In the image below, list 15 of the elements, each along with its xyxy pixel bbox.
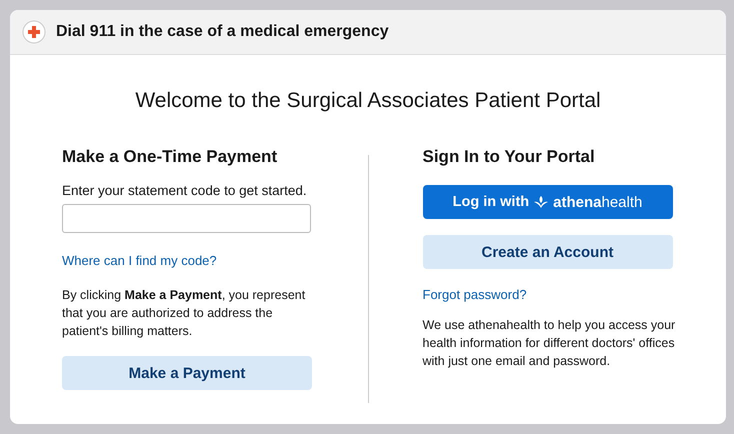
leaf-icon	[534, 196, 548, 208]
medical-cross-icon	[22, 20, 46, 44]
field-label: Enter your statement code to get started.	[62, 183, 308, 198]
login-button[interactable]: Log in with athenahealth	[422, 185, 672, 219]
help-link[interactable]: Where can I find my code?	[62, 253, 217, 268]
payment-heading: Make a One-Time Payment	[62, 147, 278, 167]
sign-in-heading: Sign In to Your Portal	[422, 147, 596, 167]
forgot-password-link[interactable]: Forgot password?	[422, 287, 527, 302]
info-text: We use athenahealth to help you access your health information for different doctors' offices with just one email and password.	[422, 317, 676, 370]
create-account-button[interactable]: Create an Account	[422, 235, 672, 269]
make-payment-button[interactable]: Make a Payment	[62, 356, 312, 390]
statement-code-field[interactable]	[62, 204, 311, 233]
page-title: Welcome to the Surgical Associates Patient Portal	[134, 89, 602, 113]
banner-text: Dial 911 in the case of a medical emergency	[56, 23, 389, 41]
payment-notice: By clicking Make a Payment, you represent that you are authorized to address the patient's billing matters.	[62, 287, 306, 340]
